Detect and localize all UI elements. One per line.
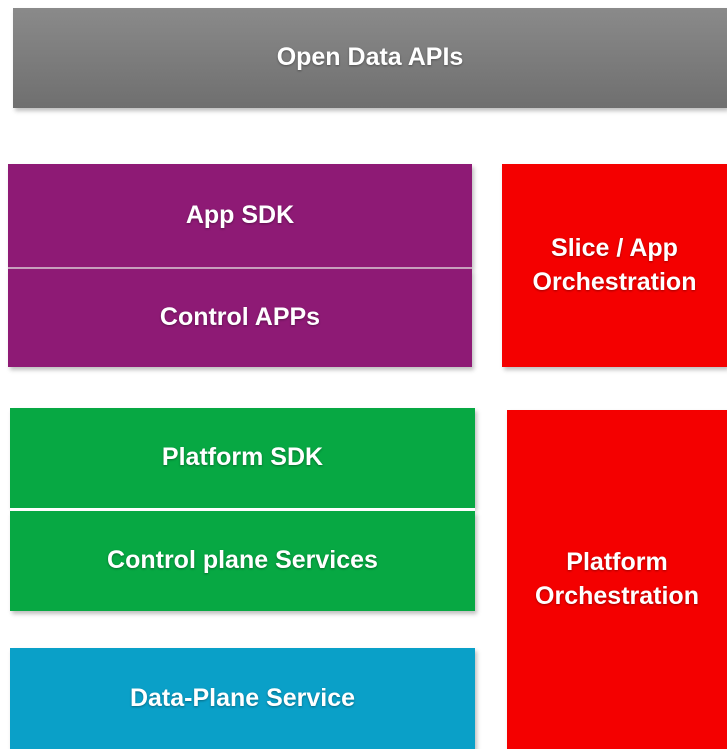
- platform-sdk-block: Platform SDK: [10, 408, 475, 508]
- open-data-apis-block: Open Data APIs: [13, 8, 727, 108]
- data-plane-service-block: Data-Plane Service: [10, 648, 475, 749]
- control-apps-block: Control APPs: [8, 269, 472, 367]
- open-data-apis-label: Open Data APIs: [276, 43, 464, 72]
- data-plane-service-label: Data-Plane Service: [129, 683, 356, 712]
- platform-sdk-label: Platform SDK: [161, 443, 324, 472]
- app-sdk-label: App SDK: [185, 201, 295, 230]
- control-plane-services-label: Control plane Services: [107, 546, 378, 575]
- slice-app-orchestration-line-1: Slice / App: [551, 233, 678, 262]
- platform-orchestration-line-1: Platform: [566, 547, 668, 576]
- platform-orchestration-line-2: Orchestration: [535, 581, 699, 610]
- slice-app-orchestration-block: Slice / App Orchestration: [502, 164, 727, 367]
- platform-orchestration-block: Platform Orchestration: [507, 410, 727, 749]
- control-apps-label: Control APPs: [159, 303, 321, 332]
- app-sdk-block: App SDK: [8, 164, 472, 268]
- control-plane-services-block: Control plane Services: [10, 511, 475, 611]
- slice-app-orchestration-line-2: Orchestration: [532, 267, 697, 296]
